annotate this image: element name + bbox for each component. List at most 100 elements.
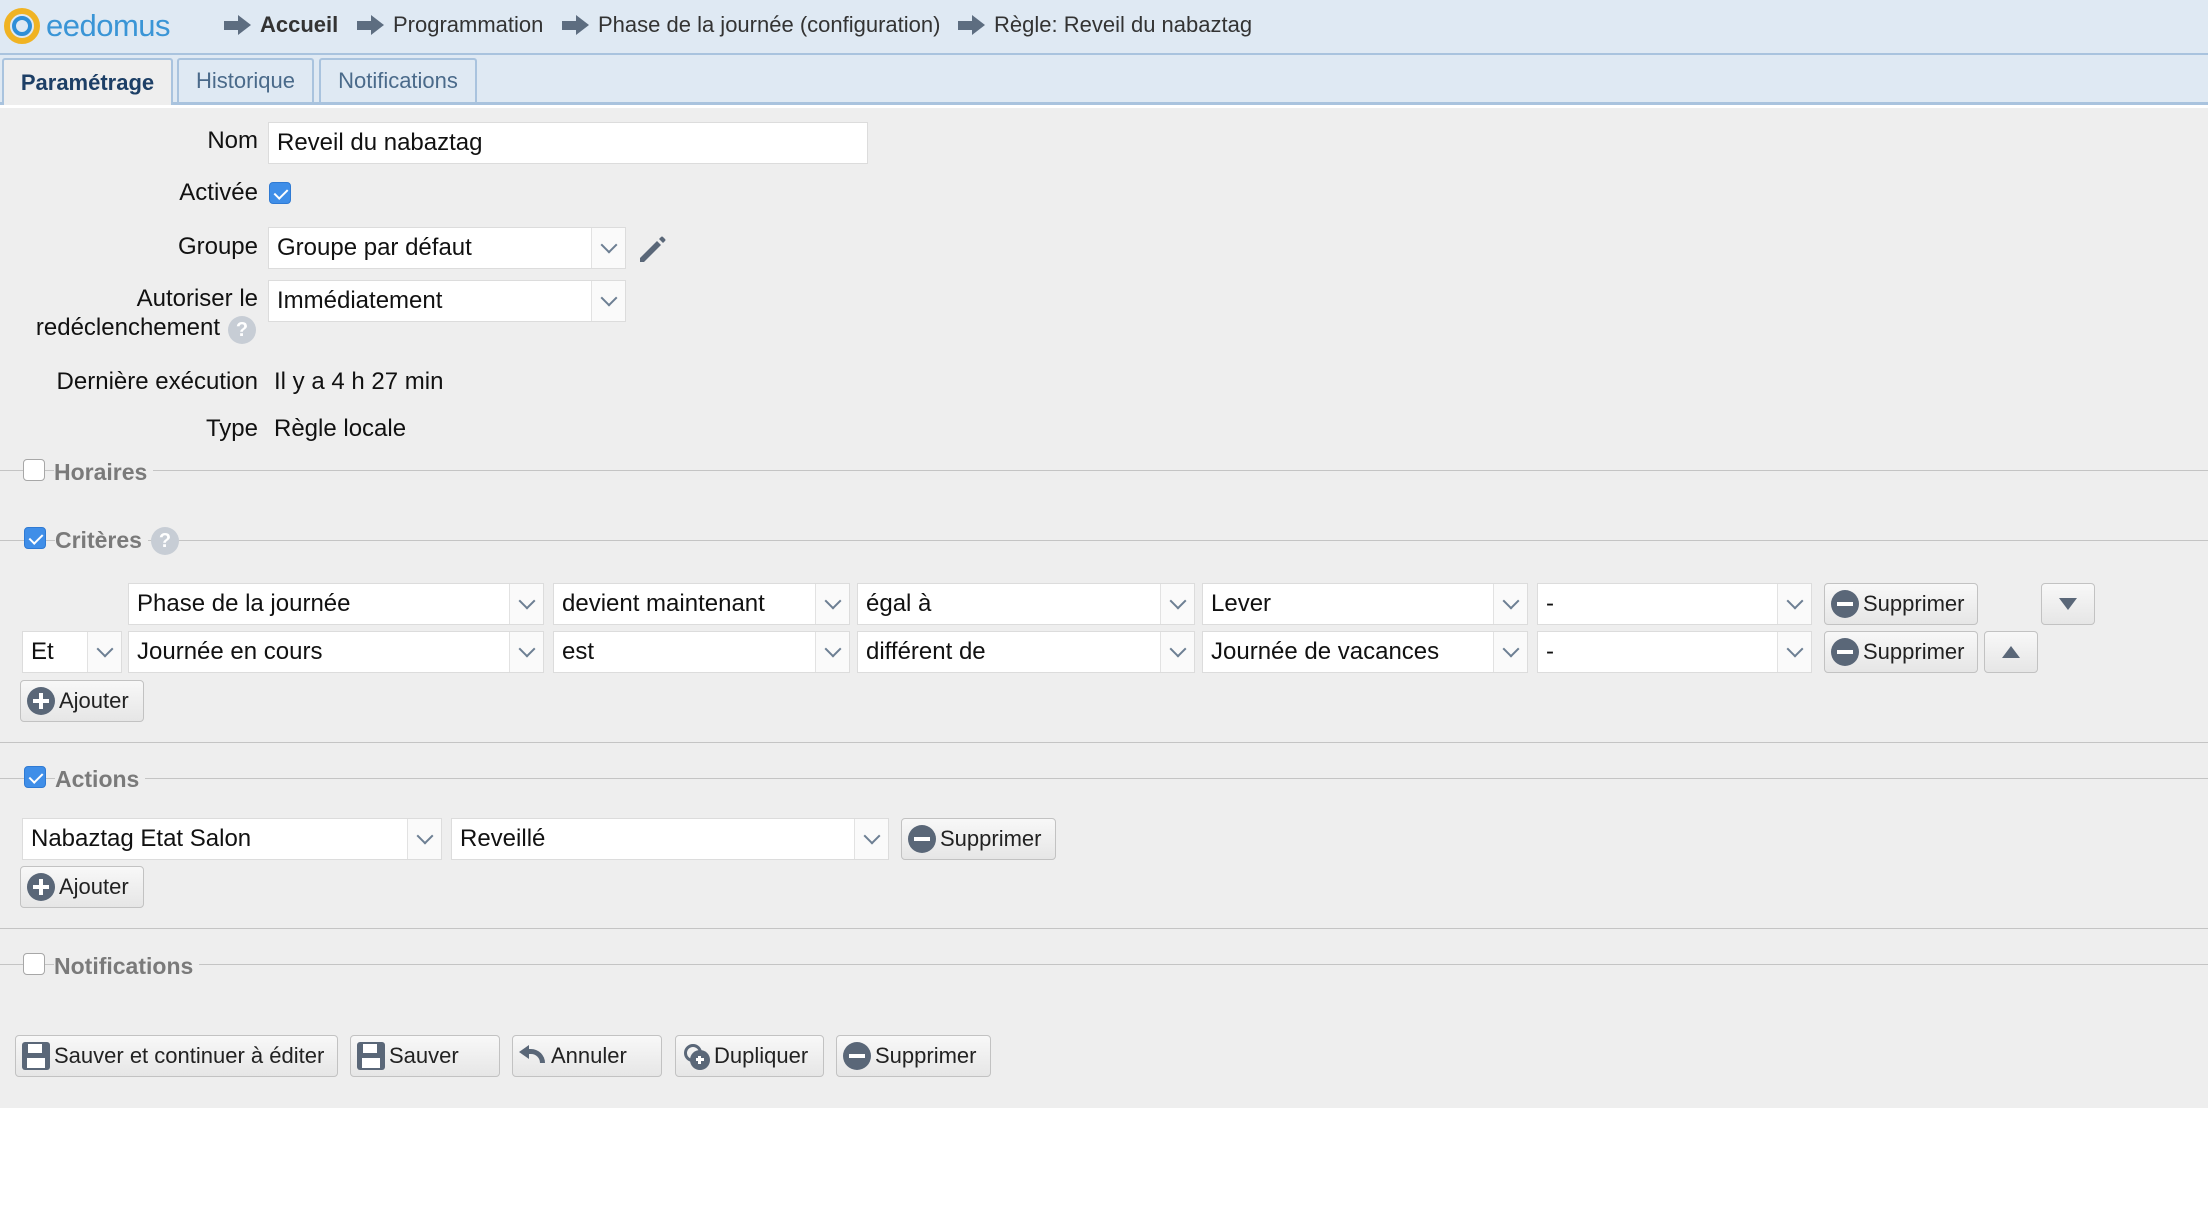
criteria-1-value-value: Lever: [1211, 590, 1272, 617]
criteria-1-extra-select[interactable]: -: [1537, 583, 1812, 625]
nom-input[interactable]: Reveil du nabaztag: [268, 122, 868, 164]
duplicate-icon: [682, 1042, 710, 1070]
breadcrumb-programmation[interactable]: Programmation: [357, 9, 543, 41]
cancel-label: Annuler: [551, 1043, 627, 1068]
add-action-button[interactable]: Ajouter: [20, 866, 144, 908]
redeclenchement-select-value: Immédiatement: [277, 287, 443, 314]
criteria-2-device-value: Journée en cours: [137, 638, 323, 665]
redeclenchement-select[interactable]: Immédiatement: [268, 280, 626, 322]
notifications-checkbox[interactable]: [23, 953, 45, 975]
horaires-checkbox[interactable]: [23, 459, 45, 481]
redeclenchement-label-line2: redéclenchement: [35, 314, 220, 341]
breadcrumb-rule-label: Règle: Reveil du nabaztag: [994, 12, 1253, 37]
add-criteria-label: Ajouter: [59, 688, 129, 713]
delete-label: Supprimer: [875, 1043, 977, 1068]
criteria-2-operator-select[interactable]: différent de: [857, 631, 1195, 673]
save-button[interactable]: Sauver: [350, 1035, 500, 1077]
criteria-2-remove-button[interactable]: Supprimer: [1824, 631, 1978, 673]
nom-label: Nom: [207, 127, 258, 154]
criteria-1-operator-select[interactable]: égal à: [857, 583, 1195, 625]
section-divider: [0, 964, 2208, 965]
action-1-remove-button[interactable]: Supprimer: [901, 818, 1056, 860]
edit-pencil-icon[interactable]: [634, 232, 668, 266]
criteria-1-device-select[interactable]: Phase de la journée: [128, 583, 544, 625]
delete-button[interactable]: Supprimer: [836, 1035, 991, 1077]
criteria-1-remove-button[interactable]: Supprimer: [1824, 583, 1978, 625]
criteria-2-connector-select[interactable]: Et: [22, 631, 122, 673]
chevron-down-icon: [815, 632, 849, 672]
help-icon[interactable]: ?: [151, 527, 179, 555]
floppy-disk-icon: [357, 1042, 385, 1070]
chevron-down-icon: [1493, 584, 1527, 624]
criteria-1-extra-value: -: [1546, 590, 1554, 617]
chevron-down-icon: [509, 632, 543, 672]
chevron-down-icon: [407, 819, 441, 859]
duplicate-label: Dupliquer: [714, 1043, 809, 1068]
minus-circle-icon: [1831, 638, 1859, 666]
save-continue-button[interactable]: Sauver et continuer à éditer: [15, 1035, 338, 1077]
chevron-down-icon: [1777, 632, 1811, 672]
criteria-2-value-select[interactable]: Journée de vacances: [1202, 631, 1528, 673]
actions-checkbox[interactable]: [24, 766, 46, 788]
help-icon[interactable]: ?: [228, 316, 256, 344]
duplicate-button[interactable]: Dupliquer: [675, 1035, 824, 1077]
breadcrumb-home-label: Accueil: [260, 12, 339, 37]
chevron-down-icon: [1160, 584, 1194, 624]
action-1-value-select[interactable]: Reveillé: [451, 818, 889, 860]
derniere-execution-value: Il y a 4 h 27 min: [274, 368, 444, 395]
criteria-2-remove-label: Supprimer: [1863, 639, 1965, 664]
floppy-disk-icon: [22, 1042, 50, 1070]
activee-checkbox[interactable]: [269, 182, 291, 204]
arrow-right-icon: [224, 15, 252, 35]
action-1-value-value: Reveillé: [460, 825, 546, 852]
main-content: Nom Reveil du nabaztag Activée Groupe Gr…: [0, 108, 2208, 1108]
arrow-up-icon: [2002, 646, 2020, 658]
criteria-2-connector-value: Et: [31, 638, 54, 665]
breadcrumb-home[interactable]: Accueil: [224, 9, 338, 41]
groupe-label: Groupe: [177, 233, 258, 260]
criteria-2-trigger-select[interactable]: est: [553, 631, 850, 673]
groupe-select[interactable]: Groupe par défaut: [268, 227, 626, 269]
criteria-2-device-select[interactable]: Journée en cours: [128, 631, 544, 673]
groupe-select-value: Groupe par défaut: [277, 234, 472, 261]
criteria-2-extra-select[interactable]: -: [1537, 631, 1812, 673]
section-divider: [0, 540, 2208, 541]
chevron-down-icon: [1160, 632, 1194, 672]
arrow-right-icon: [357, 15, 385, 35]
criteres-checkbox[interactable]: [24, 527, 46, 549]
criteria-2-extra-value: -: [1546, 638, 1554, 665]
criteria-1-trigger-select[interactable]: devient maintenant: [553, 583, 850, 625]
action-1-device-select[interactable]: Nabaztag Etat Salon: [22, 818, 442, 860]
tab-parametrage[interactable]: Paramétrage: [2, 58, 173, 105]
criteria-1-value-select[interactable]: Lever: [1202, 583, 1528, 625]
chevron-down-icon: [1493, 632, 1527, 672]
add-criteria-button[interactable]: Ajouter: [20, 680, 144, 722]
tab-notifications[interactable]: Notifications: [319, 58, 477, 102]
move-up-button[interactable]: [1984, 631, 2038, 673]
breadcrumb-rule: Règle: Reveil du nabaztag: [958, 9, 1252, 41]
chevron-down-icon: [854, 819, 888, 859]
chevron-down-icon: [591, 281, 625, 321]
chevron-down-icon: [815, 584, 849, 624]
minus-circle-icon: [908, 825, 936, 853]
tab-historique[interactable]: Historique: [177, 58, 314, 102]
cancel-button[interactable]: Annuler: [512, 1035, 662, 1077]
chevron-down-icon: [87, 632, 121, 672]
breadcrumb-programmation-label: Programmation: [393, 12, 544, 37]
horaires-title: Horaires: [54, 459, 154, 486]
arrow-right-icon: [562, 15, 590, 35]
section-divider: [0, 470, 2208, 471]
arrow-right-icon: [958, 15, 986, 35]
add-action-label: Ajouter: [59, 874, 129, 899]
eedomus-logo[interactable]: eedomus: [4, 6, 171, 46]
arrow-down-icon: [2059, 598, 2077, 610]
undo-icon: [519, 1042, 547, 1070]
minus-circle-icon: [1831, 590, 1859, 618]
section-divider: [0, 928, 2208, 929]
minus-circle-icon: [843, 1042, 871, 1070]
save-continue-label: Sauver et continuer à éditer: [54, 1043, 325, 1068]
chevron-down-icon: [509, 584, 543, 624]
activee-label: Activée: [179, 179, 258, 206]
breadcrumb-phase[interactable]: Phase de la journée (configuration): [562, 9, 940, 41]
move-down-button[interactable]: [2041, 583, 2095, 625]
